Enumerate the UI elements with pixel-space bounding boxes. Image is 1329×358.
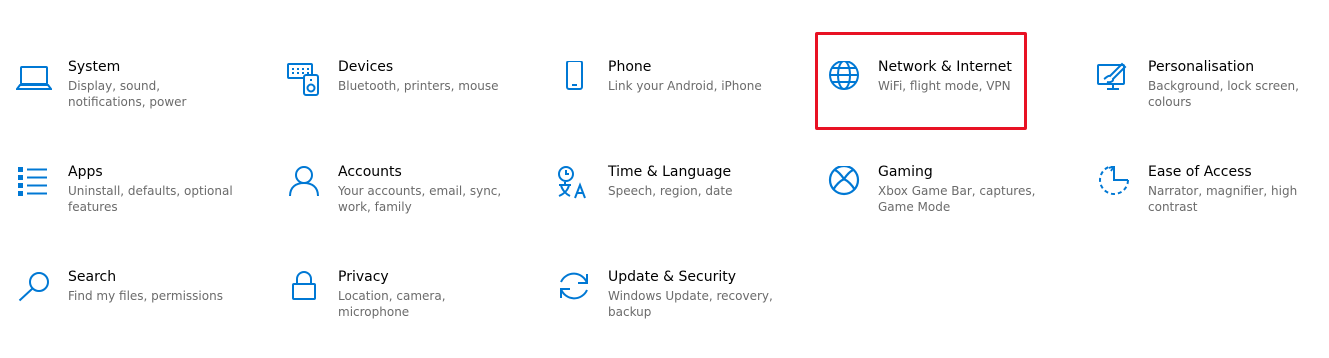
tile-gaming[interactable]: Gaming Xbox Game Bar, captures, Game Mod… bbox=[811, 163, 1051, 253]
tile-description: Your accounts, email, sync, work, family bbox=[338, 184, 502, 214]
apps-list-icon bbox=[16, 166, 52, 202]
tile-description: WiFi, flight mode, VPN bbox=[878, 79, 1011, 93]
tile-description: Location, camera, microphone bbox=[338, 289, 446, 319]
tile-title: Search bbox=[68, 269, 117, 285]
tile-description: Narrator, magnifier, high contrast bbox=[1148, 184, 1298, 214]
time-language-icon bbox=[556, 166, 592, 202]
tile-update-security[interactable]: Update & Security Windows Update, recove… bbox=[541, 268, 781, 358]
ease-of-access-icon bbox=[1096, 166, 1132, 202]
tile-privacy[interactable]: Privacy Location, camera, microphone bbox=[271, 268, 511, 358]
tile-devices[interactable]: Devices Bluetooth, printers, mouse bbox=[271, 58, 511, 148]
tile-description: Windows Update, recovery, backup bbox=[608, 289, 773, 319]
tile-description: Find my files, permissions bbox=[68, 289, 223, 303]
tile-description: Xbox Game Bar, captures, Game Mode bbox=[878, 184, 1036, 214]
tile-accounts[interactable]: Accounts Your accounts, email, sync, wor… bbox=[271, 163, 511, 253]
tile-title: Phone bbox=[608, 59, 652, 75]
tile-personalisation[interactable]: Personalisation Background, lock screen,… bbox=[1081, 58, 1321, 148]
tile-description: Display, sound, notifications, power bbox=[68, 79, 187, 109]
tile-title: Privacy bbox=[338, 269, 389, 285]
tile-title: Network & Internet bbox=[878, 59, 1012, 75]
tile-system[interactable]: System Display, sound, notifications, po… bbox=[1, 58, 241, 148]
tile-title: Devices bbox=[338, 59, 394, 75]
tile-time-language[interactable]: Time & Language Speech, region, date bbox=[541, 163, 781, 253]
tile-ease-of-access[interactable]: Ease of Access Narrator, magnifier, high… bbox=[1081, 163, 1321, 253]
tile-title: Update & Security bbox=[608, 269, 737, 285]
lock-icon bbox=[286, 271, 322, 307]
tile-title: System bbox=[68, 59, 121, 75]
settings-grid: System Display, sound, notifications, po… bbox=[0, 0, 1329, 356]
person-icon bbox=[286, 166, 322, 202]
tile-apps[interactable]: Apps Uninstall, defaults, optional featu… bbox=[1, 163, 241, 253]
tile-title: Time & Language bbox=[608, 164, 732, 180]
tile-search[interactable]: Search Find my files, permissions bbox=[1, 268, 241, 358]
xbox-icon bbox=[826, 166, 862, 202]
tile-description: Uninstall, defaults, optional features bbox=[68, 184, 233, 214]
tile-title: Ease of Access bbox=[1148, 164, 1252, 180]
tile-phone[interactable]: Phone Link your Android, iPhone bbox=[541, 58, 781, 148]
tile-title: Apps bbox=[68, 164, 103, 180]
tile-description: Speech, region, date bbox=[608, 184, 733, 198]
search-icon bbox=[16, 271, 52, 307]
devices-icon bbox=[286, 61, 322, 97]
tile-title: Personalisation bbox=[1148, 59, 1255, 75]
tile-description: Bluetooth, printers, mouse bbox=[338, 79, 499, 93]
tile-description: Link your Android, iPhone bbox=[608, 79, 762, 93]
sync-icon bbox=[556, 271, 592, 307]
paint-icon bbox=[1096, 61, 1132, 97]
globe-icon bbox=[826, 61, 862, 97]
phone-icon bbox=[556, 61, 592, 97]
tile-title: Gaming bbox=[878, 164, 933, 180]
laptop-icon bbox=[16, 61, 52, 97]
tile-network-internet[interactable]: Network & Internet WiFi, flight mode, VP… bbox=[811, 58, 1051, 148]
tile-description: Background, lock screen, colours bbox=[1148, 79, 1299, 109]
tile-title: Accounts bbox=[338, 164, 402, 180]
